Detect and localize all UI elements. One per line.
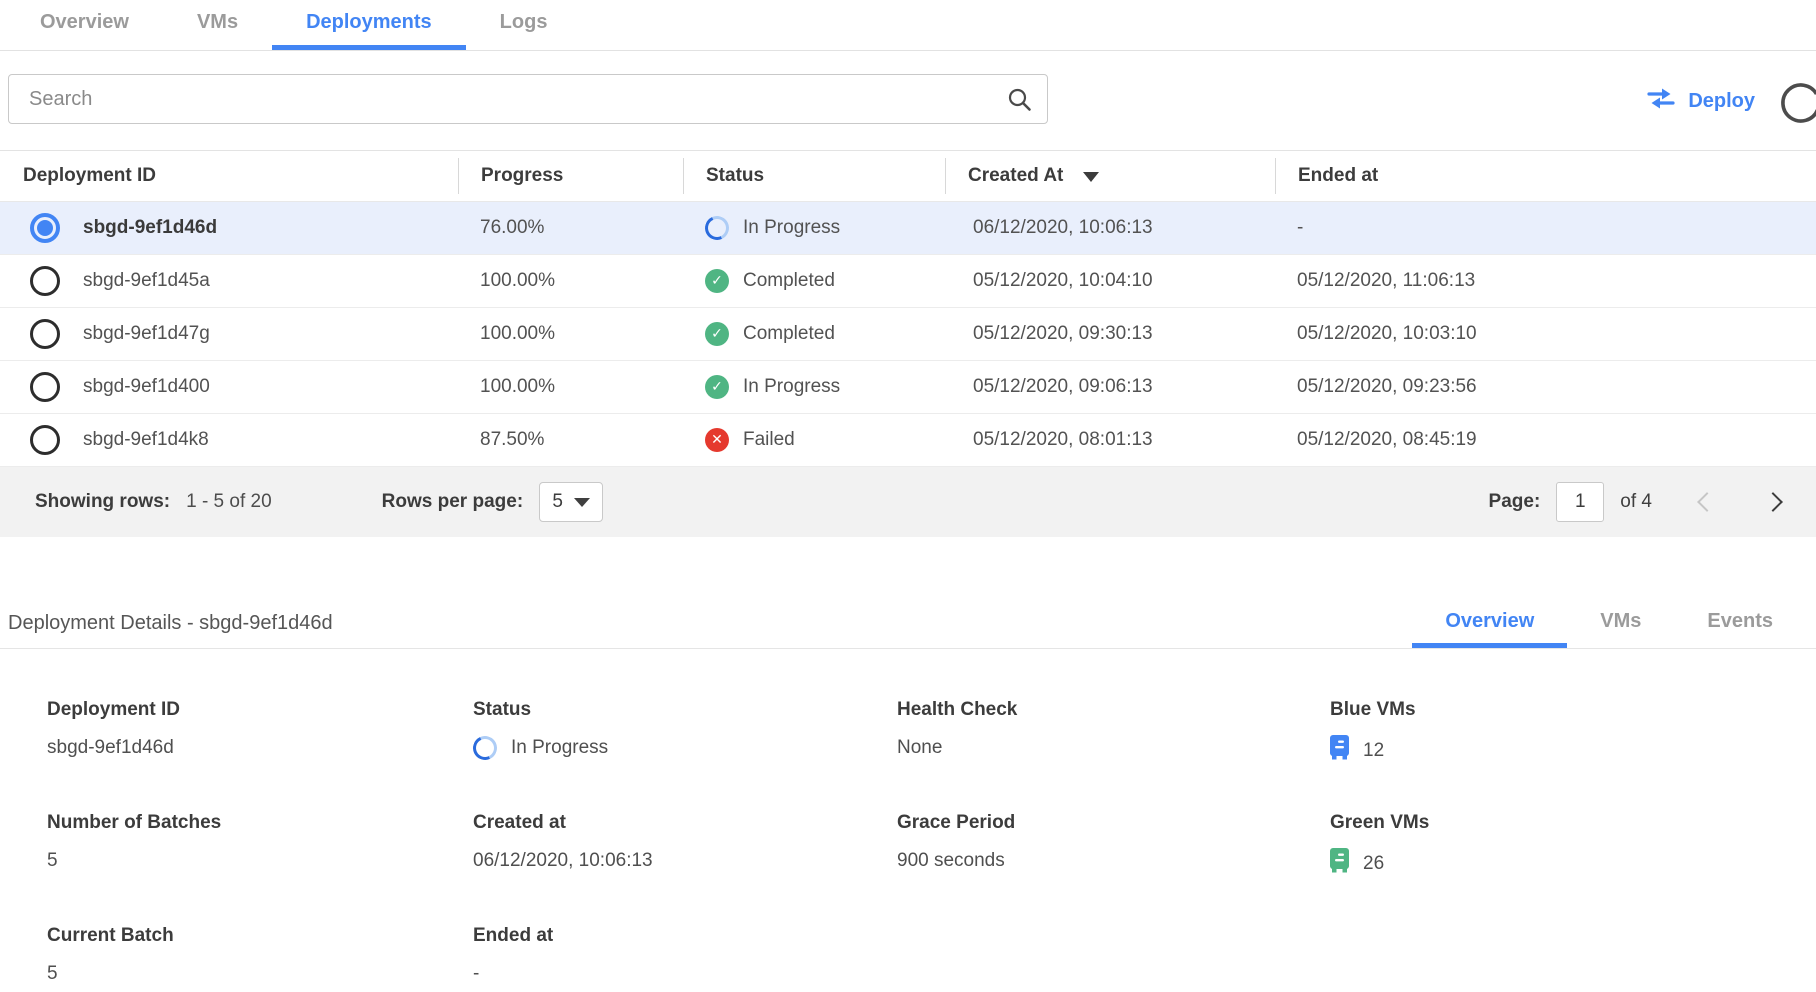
- table-row[interactable]: sbgd-9ef1d400 100.00% In Progress 05/12/…: [0, 361, 1816, 414]
- rows-per-page-select[interactable]: 5: [539, 482, 603, 522]
- progress-cell: 100.00%: [458, 270, 683, 292]
- page-total: of 4: [1620, 491, 1652, 513]
- created-at-cell: 06/12/2020, 10:06:13: [945, 217, 1275, 239]
- status-in-progress-icon: [702, 213, 733, 244]
- deploy-button-label: Deploy: [1688, 90, 1755, 113]
- details-tab-overview[interactable]: Overview: [1412, 600, 1567, 648]
- status-in-progress-icon: [470, 733, 501, 764]
- showing-rows-label: Showing rows:: [35, 491, 170, 513]
- previous-page-icon[interactable]: [1697, 492, 1717, 512]
- status-completed-icon: [705, 322, 729, 346]
- status-cell: In Progress: [743, 376, 840, 398]
- deploy-button[interactable]: Deploy: [1647, 87, 1755, 116]
- search-box: [8, 74, 1048, 124]
- field-grace-period: Grace Period 900 seconds: [897, 812, 1330, 879]
- details-tab-vms[interactable]: VMs: [1567, 600, 1674, 648]
- status-cell: In Progress: [743, 217, 840, 239]
- field-blue-vms: Blue VMs 12: [1330, 699, 1816, 766]
- deployment-id-cell: sbgd-9ef1d4k8: [83, 429, 209, 451]
- field-deployment-id: Deployment ID sbgd-9ef1d46d: [47, 699, 473, 766]
- row-radio-button[interactable]: [30, 266, 60, 296]
- swap-arrows-icon: [1647, 87, 1675, 116]
- row-radio-button[interactable]: [30, 425, 60, 455]
- column-header-deployment-id[interactable]: Deployment ID: [0, 158, 458, 194]
- ended-at-cell: 05/12/2020, 11:06:13: [1275, 270, 1816, 292]
- tab-vms-label: VMs: [197, 11, 238, 34]
- tab-overview-label: Overview: [40, 11, 129, 34]
- table-row[interactable]: sbgd-9ef1d4k8 87.50% Failed 05/12/2020, …: [0, 414, 1816, 467]
- search-input[interactable]: [9, 88, 1047, 111]
- status-completed-icon: [705, 375, 729, 399]
- status-cell: Completed: [743, 270, 835, 292]
- next-page-icon[interactable]: [1763, 492, 1783, 512]
- row-radio-button[interactable]: [30, 372, 60, 402]
- details-grid: Deployment ID sbgd-9ef1d46d Status In Pr…: [47, 699, 1816, 987]
- tab-vms[interactable]: VMs: [163, 0, 272, 50]
- deployments-table: Deployment ID Progress Status Created At…: [0, 150, 1816, 537]
- rows-per-page-label: Rows per page:: [382, 491, 523, 513]
- column-header-ended-at[interactable]: Ended at: [1275, 158, 1816, 194]
- created-at-cell: 05/12/2020, 10:04:10: [945, 270, 1275, 292]
- details-tab-events[interactable]: Events: [1674, 600, 1806, 648]
- created-at-cell: 05/12/2020, 09:06:13: [945, 376, 1275, 398]
- progress-cell: 87.50%: [458, 429, 683, 451]
- field-current-batch: Current Batch 5: [47, 925, 473, 987]
- field-ended-at: Ended at -: [473, 925, 897, 987]
- table-header-row: Deployment ID Progress Status Created At…: [0, 150, 1816, 202]
- deployment-id-cell: sbgd-9ef1d45a: [83, 270, 210, 292]
- ended-at-cell: 05/12/2020, 10:03:10: [1275, 323, 1816, 345]
- table-footer: Showing rows: 1 - 5 of 20 Rows per page:…: [0, 467, 1816, 537]
- deployment-id-cell: sbgd-9ef1d47g: [83, 323, 210, 345]
- refresh-icon[interactable]: [1779, 81, 1816, 125]
- row-radio-button[interactable]: [30, 319, 60, 349]
- server-blue-icon: [1330, 735, 1349, 766]
- table-row[interactable]: sbgd-9ef1d46d 76.00% In Progress 06/12/2…: [0, 202, 1816, 255]
- toolbar: Deploy: [0, 51, 1816, 150]
- field-number-of-batches: Number of Batches 5: [47, 812, 473, 879]
- column-header-progress[interactable]: Progress: [458, 158, 683, 194]
- field-status: Status In Progress: [473, 699, 897, 766]
- page-label: Page:: [1489, 491, 1541, 513]
- deployment-id-cell: sbgd-9ef1d46d: [83, 217, 217, 239]
- progress-cell: 100.00%: [458, 376, 683, 398]
- column-header-created-at[interactable]: Created At: [945, 158, 1275, 194]
- created-at-cell: 05/12/2020, 09:30:13: [945, 323, 1275, 345]
- ended-at-cell: -: [1275, 217, 1816, 239]
- table-row[interactable]: sbgd-9ef1d47g 100.00% Completed 05/12/20…: [0, 308, 1816, 361]
- tab-deployments-label: Deployments: [306, 11, 432, 34]
- sort-desc-icon: [1083, 172, 1099, 182]
- server-green-icon: [1330, 848, 1349, 879]
- column-header-status[interactable]: Status: [683, 158, 945, 194]
- table-row[interactable]: sbgd-9ef1d45a 100.00% Completed 05/12/20…: [0, 255, 1816, 308]
- status-cell: Completed: [743, 323, 835, 345]
- rows-per-page-value: 5: [552, 491, 563, 513]
- showing-rows-value: 1 - 5 of 20: [186, 491, 272, 513]
- details-header: Deployment Details - sbgd-9ef1d46d Overv…: [0, 601, 1816, 649]
- created-at-cell: 05/12/2020, 08:01:13: [945, 429, 1275, 451]
- field-created-at: Created at 06/12/2020, 10:06:13: [473, 812, 897, 879]
- tab-overview[interactable]: Overview: [6, 0, 163, 50]
- chevron-down-icon: [574, 498, 590, 507]
- search-icon: [1006, 86, 1033, 118]
- details-title: Deployment Details - sbgd-9ef1d46d: [8, 612, 333, 648]
- ended-at-cell: 05/12/2020, 09:23:56: [1275, 376, 1816, 398]
- deployment-id-cell: sbgd-9ef1d400: [83, 376, 210, 398]
- main-tab-bar: Overview VMs Deployments Logs: [0, 0, 1816, 51]
- status-completed-icon: [705, 269, 729, 293]
- tab-logs[interactable]: Logs: [466, 0, 582, 50]
- page-number-input[interactable]: [1556, 482, 1604, 522]
- status-failed-icon: [705, 428, 729, 452]
- details-tab-bar: Overview VMs Events: [1412, 600, 1806, 648]
- row-radio-button[interactable]: [30, 213, 60, 243]
- field-health-check: Health Check None: [897, 699, 1330, 766]
- field-green-vms: Green VMs 26: [1330, 812, 1816, 879]
- ended-at-cell: 05/12/2020, 08:45:19: [1275, 429, 1816, 451]
- tab-deployments[interactable]: Deployments: [272, 0, 466, 50]
- progress-cell: 100.00%: [458, 323, 683, 345]
- progress-cell: 76.00%: [458, 217, 683, 239]
- tab-logs-label: Logs: [500, 11, 548, 34]
- status-cell: Failed: [743, 429, 795, 451]
